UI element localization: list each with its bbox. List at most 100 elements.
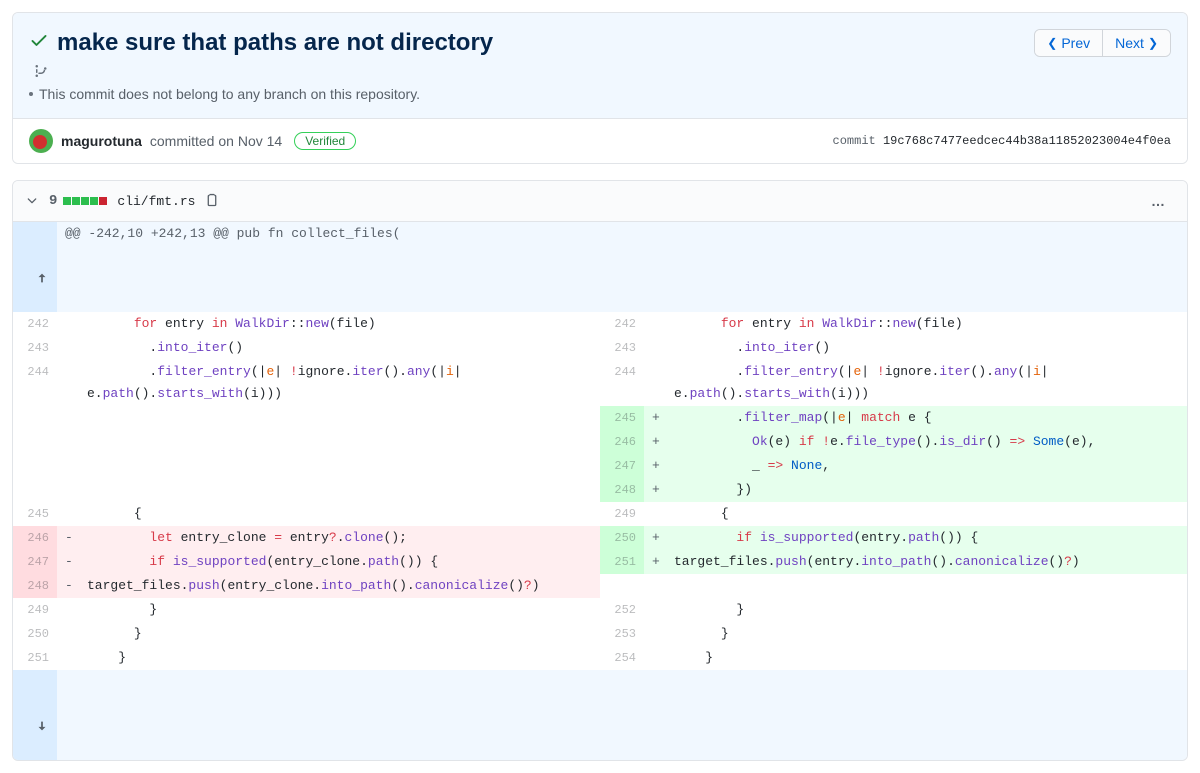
file-diff: 9 cli/fmt.rs … @@ -242,10 +242,13 @@ pub… [12, 180, 1188, 761]
line-number-left[interactable]: 248 [13, 574, 57, 598]
line-number-right[interactable] [600, 574, 644, 598]
check-icon [29, 29, 49, 57]
code-right[interactable]: } [666, 622, 1187, 646]
diff-row: 250 }253 } [13, 622, 1187, 646]
branch-icon [33, 63, 493, 82]
file-path[interactable]: cli/fmt.rs [117, 194, 195, 209]
copy-path-button[interactable] [205, 193, 219, 210]
next-button[interactable]: Next ❯ [1103, 30, 1170, 56]
line-number-left[interactable]: 251 [13, 646, 57, 670]
line-number-left[interactable] [13, 478, 57, 502]
line-number-left[interactable]: 249 [13, 598, 57, 622]
gutter-left [57, 598, 79, 622]
line-number-right[interactable]: 244 [600, 360, 644, 406]
line-number-right[interactable]: 246 [600, 430, 644, 454]
prev-button[interactable]: ❮ Prev [1035, 30, 1103, 56]
line-number-left[interactable]: 244 [13, 360, 57, 406]
chevron-right-icon: ❯ [1148, 36, 1158, 50]
code-left[interactable]: } [79, 622, 600, 646]
line-number-right[interactable]: 245 [600, 406, 644, 430]
line-number-right[interactable]: 252 [600, 598, 644, 622]
line-number-right[interactable]: 243 [600, 336, 644, 360]
code-left[interactable]: } [79, 598, 600, 622]
commit-sha-value[interactable]: 19c768c7477eedcec44b38a11852023004e4f0ea [883, 134, 1171, 148]
code-left[interactable] [79, 454, 600, 478]
code-right[interactable]: }) [666, 478, 1187, 502]
gutter-left: - [57, 550, 79, 574]
line-number-left[interactable]: 250 [13, 622, 57, 646]
diff-row: 251 }254 } [13, 646, 1187, 670]
code-left[interactable]: { [79, 502, 600, 526]
commit-title-text: make sure that paths are not directory [57, 29, 493, 57]
code-right[interactable]: for entry in WalkDir::new(file) [666, 312, 1187, 336]
gutter-left [57, 502, 79, 526]
diff-row: 244 .filter_entry(|e| !ignore.iter().any… [13, 360, 1187, 406]
code-left[interactable]: let entry_clone = entry?.clone(); [79, 526, 600, 550]
code-right[interactable] [666, 574, 1187, 598]
gutter-left [57, 312, 79, 336]
collapse-file-button[interactable] [25, 193, 39, 210]
gutter-left [57, 454, 79, 478]
line-number-right[interactable]: 242 [600, 312, 644, 336]
code-left[interactable]: target_files.push(entry_clone.into_path(… [79, 574, 600, 598]
code-right[interactable]: Ok(e) if !e.file_type().is_dir() => Some… [666, 430, 1187, 454]
diffstat[interactable]: 9 [49, 193, 107, 209]
code-left[interactable] [79, 478, 600, 502]
commit-meta-row: magurotuna committed on Nov 14 Verified … [13, 118, 1187, 163]
line-number-left[interactable]: 246 [13, 526, 57, 550]
code-right[interactable]: _ => None, [666, 454, 1187, 478]
verified-badge[interactable]: Verified [294, 132, 356, 150]
code-left[interactable]: if is_supported(entry_clone.path()) { [79, 550, 600, 574]
gutter-left [57, 622, 79, 646]
diffstat-count: 9 [49, 193, 57, 209]
line-number-right[interactable]: 253 [600, 622, 644, 646]
dot-icon [29, 92, 33, 96]
hunk-header: @@ -242,10 +242,13 @@ pub fn collect_fil… [57, 222, 1187, 312]
line-number-left[interactable]: 243 [13, 336, 57, 360]
chevron-left-icon: ❮ [1047, 36, 1057, 50]
line-number-right[interactable]: 254 [600, 646, 644, 670]
avatar[interactable] [29, 129, 53, 153]
code-left[interactable] [79, 406, 600, 430]
commit-branch-note: This commit does not belong to any branc… [29, 86, 493, 102]
diff-row: 248+ }) [13, 478, 1187, 502]
line-number-left[interactable]: 245 [13, 502, 57, 526]
gutter-right [644, 646, 666, 670]
code-right[interactable]: } [666, 646, 1187, 670]
gutter-right [644, 336, 666, 360]
author-link[interactable]: magurotuna [61, 133, 142, 149]
commit-nav: ❮ Prev Next ❯ [1034, 29, 1171, 57]
line-number-left[interactable]: 242 [13, 312, 57, 336]
line-number-left[interactable]: 247 [13, 550, 57, 574]
code-right[interactable]: if is_supported(entry.path()) { [666, 526, 1187, 550]
code-left[interactable]: .filter_entry(|e| !ignore.iter().any(|i|… [79, 360, 600, 406]
file-menu-button[interactable]: … [1143, 189, 1175, 213]
code-right[interactable]: .into_iter() [666, 336, 1187, 360]
code-right[interactable]: .filter_entry(|e| !ignore.iter().any(|i|… [666, 360, 1187, 406]
line-number-right[interactable]: 251 [600, 550, 644, 574]
diff-row: 243 .into_iter()243 .into_iter() [13, 336, 1187, 360]
code-left[interactable]: for entry in WalkDir::new(file) [79, 312, 600, 336]
line-number-right[interactable]: 250 [600, 526, 644, 550]
code-left[interactable]: } [79, 646, 600, 670]
diff-table: @@ -242,10 +242,13 @@ pub fn collect_fil… [13, 222, 1187, 760]
expand-down-row[interactable] [13, 670, 1187, 760]
code-right[interactable]: target_files.push(entry.into_path().cano… [666, 550, 1187, 574]
gutter-left [57, 360, 79, 406]
line-number-right[interactable]: 247 [600, 454, 644, 478]
code-right[interactable]: .filter_map(|e| match e { [666, 406, 1187, 430]
code-right[interactable]: } [666, 598, 1187, 622]
line-number-left[interactable] [13, 430, 57, 454]
gutter-right [644, 502, 666, 526]
gutter-right: + [644, 454, 666, 478]
line-number-right[interactable]: 249 [600, 502, 644, 526]
code-left[interactable]: .into_iter() [79, 336, 600, 360]
code-left[interactable] [79, 430, 600, 454]
code-right[interactable]: { [666, 502, 1187, 526]
gutter-right [644, 598, 666, 622]
expand-up-row[interactable]: @@ -242,10 +242,13 @@ pub fn collect_fil… [13, 222, 1187, 312]
line-number-left[interactable] [13, 406, 57, 430]
line-number-right[interactable]: 248 [600, 478, 644, 502]
line-number-left[interactable] [13, 454, 57, 478]
file-header: 9 cli/fmt.rs … [13, 181, 1187, 222]
